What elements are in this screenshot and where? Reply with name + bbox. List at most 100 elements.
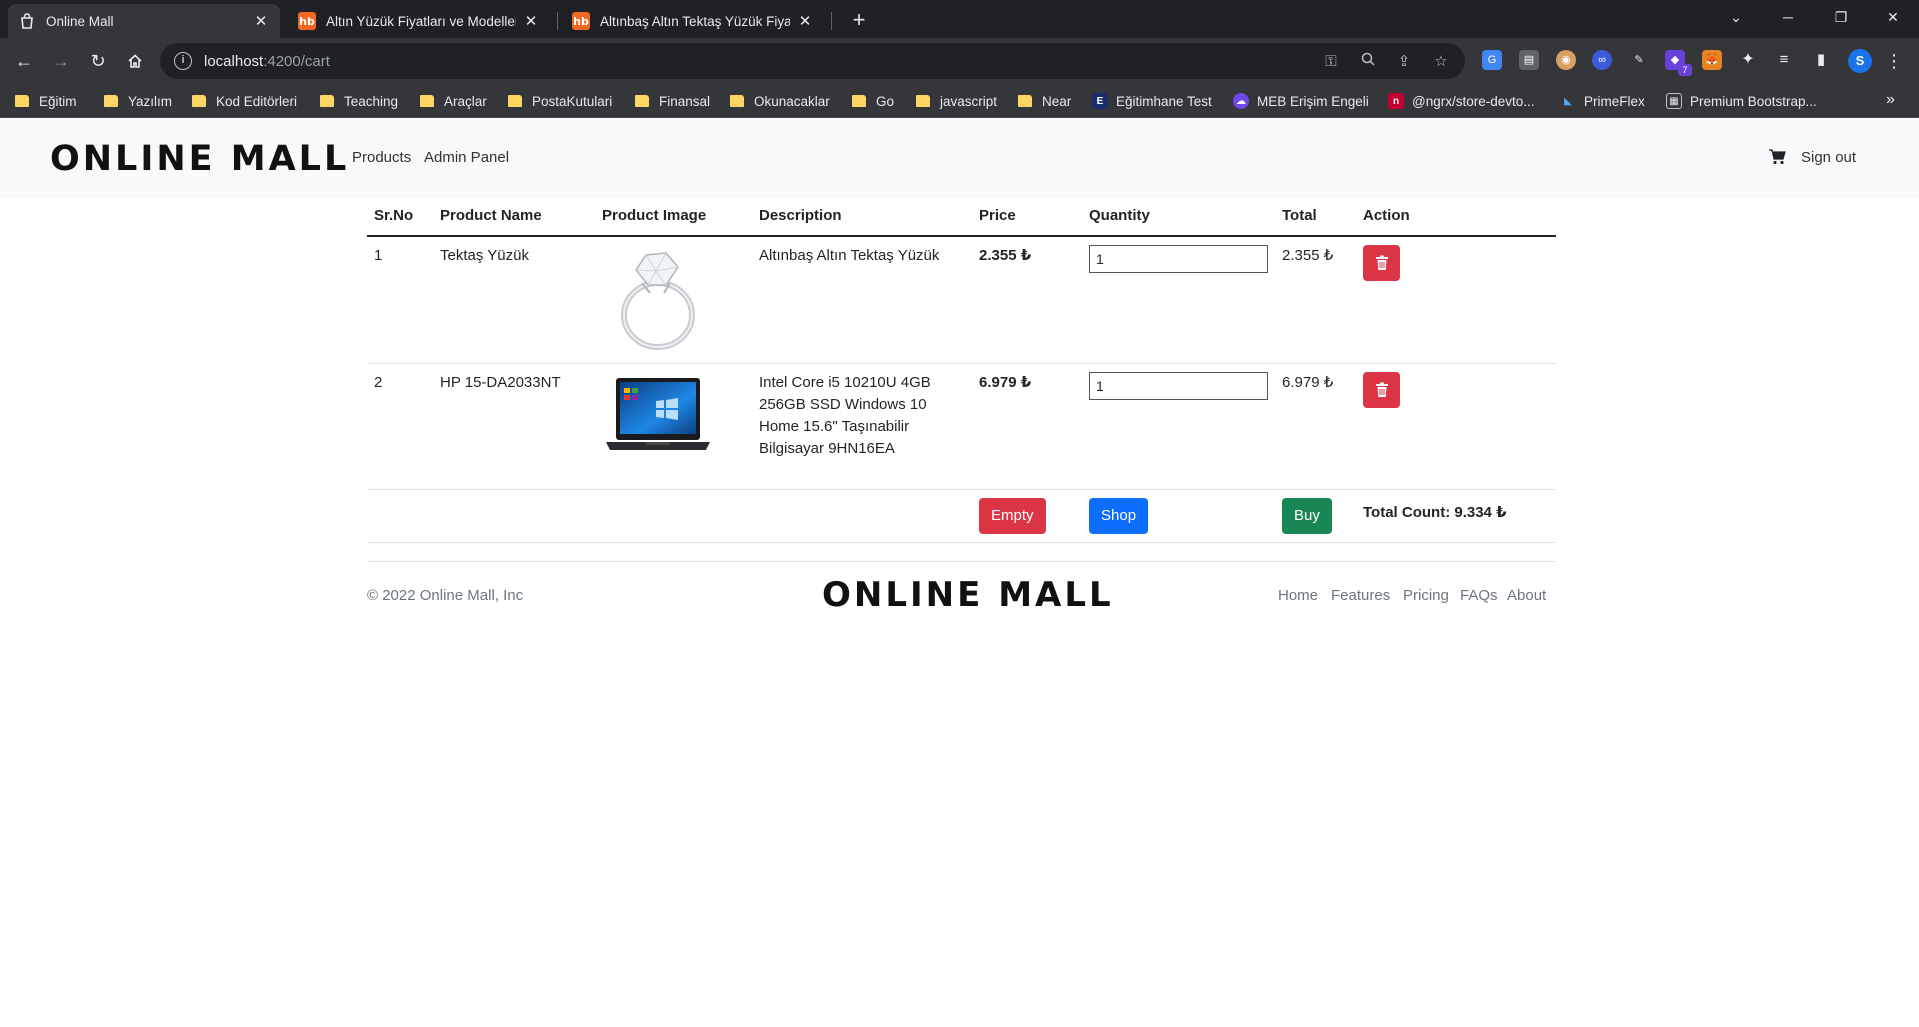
new-tab-button[interactable]: +: [845, 6, 873, 34]
bookmark-teaching[interactable]: Teaching: [320, 91, 398, 111]
cell-srno: 1: [367, 236, 433, 364]
bookmark-premium-bootstrap[interactable]: ▦ Premium Bootstrap...: [1666, 91, 1817, 111]
cart-icon[interactable]: [1768, 148, 1786, 166]
cell-product-name: HP 15-DA2033NT: [433, 363, 595, 490]
bookmark-javascript[interactable]: javascript: [916, 91, 997, 111]
folder-icon: [635, 95, 649, 107]
address-bar[interactable]: i localhost:4200/cart ⚿ ⇪ ☆: [160, 43, 1465, 79]
bookmark-okunacaklar[interactable]: Okunacaklar: [730, 91, 830, 111]
trash-icon: [1375, 382, 1388, 397]
key-icon[interactable]: ⚿: [1320, 51, 1342, 73]
owl-extension-icon[interactable]: ◉: [1556, 50, 1576, 70]
cell-srno: 2: [367, 363, 433, 490]
folder-icon: [192, 95, 206, 107]
footer-link-faqs[interactable]: FAQs: [1460, 587, 1498, 604]
zoom-icon[interactable]: [1357, 51, 1379, 73]
empty-cart-button[interactable]: Empty: [979, 498, 1046, 534]
footer-copyright: © 2022 Online Mall, Inc: [367, 587, 524, 604]
column-header-description: Description: [752, 204, 972, 237]
tab-altin-yuzuk[interactable]: hb Altın Yüzük Fiyatları ve Modelleri ✕: [288, 4, 550, 38]
media-queue-icon[interactable]: ≡: [1774, 50, 1794, 70]
bookmark-egitimhane-test[interactable]: E Eğitimhane Test: [1092, 91, 1212, 111]
site-navbar: ONLINE MALL Products Admin Panel Sign ou…: [0, 118, 1919, 198]
footer-link-features[interactable]: Features: [1331, 587, 1390, 604]
metamask-fox-icon[interactable]: 🦊: [1702, 50, 1722, 70]
extensions-puzzle-icon[interactable]: ✦: [1738, 50, 1758, 70]
bookmark-label: @ngrx/store-devto...: [1412, 93, 1535, 109]
column-header-product-image: Product Image: [595, 204, 752, 237]
delete-item-button[interactable]: [1363, 245, 1400, 281]
back-button[interactable]: ←: [10, 47, 38, 75]
bookmark-ngrx-store-devtools[interactable]: n @ngrx/store-devto...: [1388, 91, 1535, 111]
link-extension-icon[interactable]: ∞: [1592, 50, 1612, 70]
tab-altinbas-tektas[interactable]: hb Altınbaş Altın Tektaş Yüzük Fiyatı ✕: [562, 4, 824, 38]
cell-action: [1356, 363, 1556, 490]
folder-icon: [916, 95, 930, 107]
reload-button[interactable]: ↻: [84, 47, 112, 75]
bookmark-finansal[interactable]: Finansal: [635, 91, 710, 111]
bookmark-label: PostaKutulari: [532, 93, 613, 109]
footer-brand-logo: ONLINE MALL: [822, 575, 1114, 615]
sign-out-link[interactable]: Sign out: [1801, 149, 1856, 166]
tab-search-chevron-icon[interactable]: ⌄: [1713, 0, 1759, 34]
bookmark-label: Finansal: [659, 93, 711, 109]
column-header-product-name: Product Name: [433, 204, 595, 237]
folder-icon: [15, 95, 29, 107]
site-info-icon[interactable]: i: [174, 52, 192, 70]
shop-button[interactable]: Shop: [1089, 498, 1149, 534]
bookmark-egitim[interactable]: Eğitim: [15, 91, 77, 111]
bookmark-kod-editorleri[interactable]: Kod Editörleri: [192, 91, 297, 111]
bookmark-postakutulari[interactable]: PostaKutulari: [508, 91, 612, 111]
quantity-input[interactable]: [1089, 372, 1268, 400]
bookmark-near[interactable]: Near: [1018, 91, 1071, 111]
google-translate-icon[interactable]: G: [1482, 50, 1502, 70]
restore-button[interactable]: ❐: [1818, 0, 1864, 34]
share-icon[interactable]: ⇪: [1393, 51, 1415, 73]
quantity-input[interactable]: [1089, 245, 1268, 273]
footer-link-pricing[interactable]: Pricing: [1403, 587, 1449, 604]
bookmark-yazilim[interactable]: Yazılım: [104, 91, 172, 111]
close-tab-icon[interactable]: ✕: [252, 12, 270, 30]
bookmark-meb-erisim-engeli[interactable]: ☁ MEB Erişim Engeli: [1233, 91, 1369, 111]
footer-link-about[interactable]: About: [1507, 587, 1546, 604]
browser-menu-icon[interactable]: ⋮: [1884, 48, 1904, 74]
footer-link-home[interactable]: Home: [1278, 587, 1318, 604]
forward-button[interactable]: →: [47, 47, 75, 75]
cell-quantity: [1082, 363, 1275, 490]
nav-link-products[interactable]: Products: [352, 149, 411, 166]
close-window-button[interactable]: ✕: [1870, 0, 1916, 34]
bookmark-label: Premium Bootstrap...: [1690, 93, 1817, 109]
brand-logo[interactable]: ONLINE MALL: [50, 139, 349, 179]
home-button[interactable]: [121, 47, 149, 75]
hepsiburada-icon: hb: [572, 12, 590, 30]
tab-title: Altınbaş Altın Tektaş Yüzük Fiyatı: [600, 13, 790, 29]
delete-item-button[interactable]: [1363, 372, 1400, 408]
tab-divider: [557, 12, 558, 30]
bookmark-star-icon[interactable]: ☆: [1430, 51, 1452, 73]
tab-online-mall[interactable]: Online Mall ✕: [8, 4, 280, 38]
cell-product-name: Tektaş Yüzük: [433, 236, 595, 364]
close-tab-icon[interactable]: ✕: [796, 12, 814, 30]
bookmark-primeflex[interactable]: ◣ PrimeFlex: [1560, 91, 1645, 111]
folder-icon: [730, 95, 744, 107]
profile-avatar[interactable]: S: [1848, 49, 1872, 73]
minimize-button[interactable]: ─: [1765, 0, 1811, 34]
close-tab-icon[interactable]: ✕: [522, 12, 540, 30]
bookmark-araclar[interactable]: Araçlar: [420, 91, 487, 111]
footer-divider: [367, 561, 1556, 562]
bookmark-label: Araçlar: [444, 93, 487, 109]
bookmark-label: Teaching: [344, 93, 399, 109]
reading-list-icon[interactable]: ▤: [1519, 50, 1539, 70]
bookmark-label: javascript: [940, 93, 998, 109]
column-header-srno: Sr.No: [367, 204, 433, 237]
cell-price: 6.979 ₺: [972, 363, 1082, 490]
column-header-total: Total: [1275, 204, 1356, 237]
pen-extension-icon[interactable]: ✎: [1629, 50, 1649, 70]
nav-link-admin-panel[interactable]: Admin Panel: [424, 149, 509, 166]
buy-button[interactable]: Buy: [1282, 498, 1332, 534]
more-bookmarks-icon[interactable]: »: [1886, 91, 1895, 109]
bookmark-go[interactable]: Go: [852, 91, 894, 111]
trash-icon: [1375, 255, 1388, 270]
side-panel-icon[interactable]: ▮: [1811, 50, 1831, 70]
bootstrap-grid-icon: ▦: [1666, 93, 1682, 109]
